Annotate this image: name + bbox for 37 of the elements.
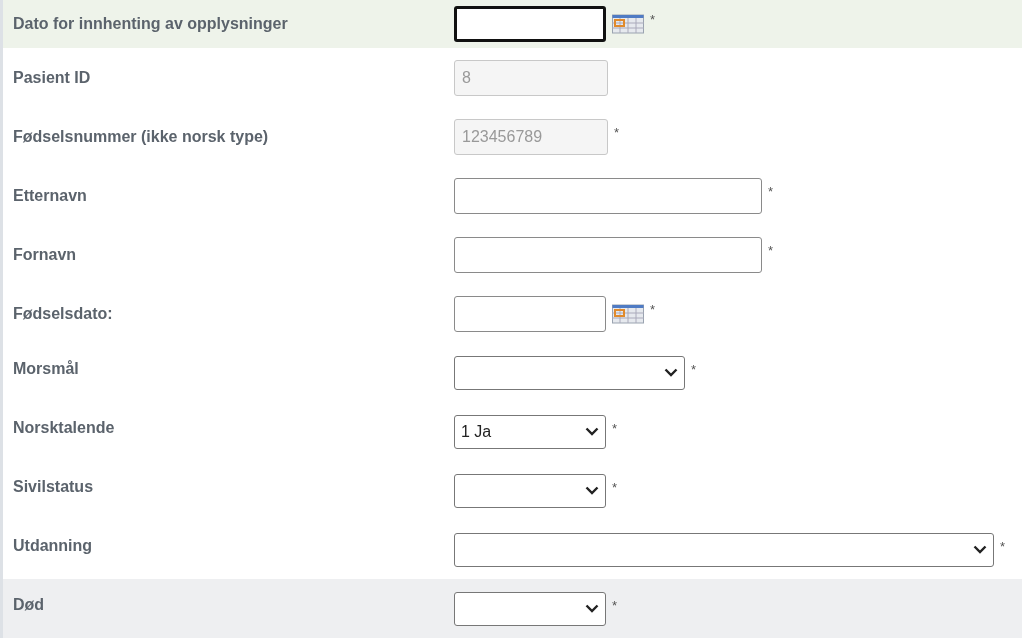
dropdown[interactable]: 1 Ja	[454, 414, 606, 449]
field-label: Etternavn	[13, 186, 87, 204]
chevron-icon	[664, 368, 678, 377]
chevron-icon	[585, 486, 599, 495]
required-mark: *	[650, 301, 656, 317]
chevron-icon	[585, 427, 599, 436]
required-mark: *	[612, 597, 618, 613]
required-mark: *	[691, 361, 697, 377]
field-label: Fødselsdato:	[13, 304, 113, 322]
text-field[interactable]	[454, 236, 762, 273]
date-field[interactable]	[454, 295, 606, 332]
text-field[interactable]	[454, 177, 762, 214]
required-mark: *	[768, 242, 774, 258]
required-mark: *	[768, 183, 774, 199]
chevron-icon	[585, 604, 599, 613]
field-label: Død	[13, 595, 45, 613]
required-mark: *	[650, 12, 656, 27]
field-label: Fornavn	[13, 245, 77, 263]
field-label: Pasient ID	[13, 68, 91, 86]
field-label: Fødselsnummer (ikke norsk type)	[13, 127, 269, 145]
dropdown[interactable]	[454, 591, 606, 626]
required-mark: *	[612, 479, 618, 495]
date-field[interactable]	[454, 6, 606, 42]
calendar-icon[interactable]	[612, 303, 644, 324]
field-label: Norsktalende	[13, 418, 115, 436]
dropdown[interactable]	[454, 473, 606, 508]
chevron-icon	[973, 545, 987, 554]
required-mark: *	[612, 420, 618, 436]
required-mark: *	[1000, 538, 1006, 554]
field-label: Utdanning	[13, 536, 93, 554]
dropdown[interactable]	[454, 355, 685, 390]
dropdown[interactable]	[454, 532, 994, 567]
field-label: Sivilstatus	[13, 477, 94, 495]
field-label: Dato for innhenting av opplysninger	[13, 15, 288, 32]
field-label: Morsmål	[13, 359, 79, 377]
required-mark: *	[614, 124, 620, 140]
calendar-icon[interactable]	[612, 14, 644, 34]
